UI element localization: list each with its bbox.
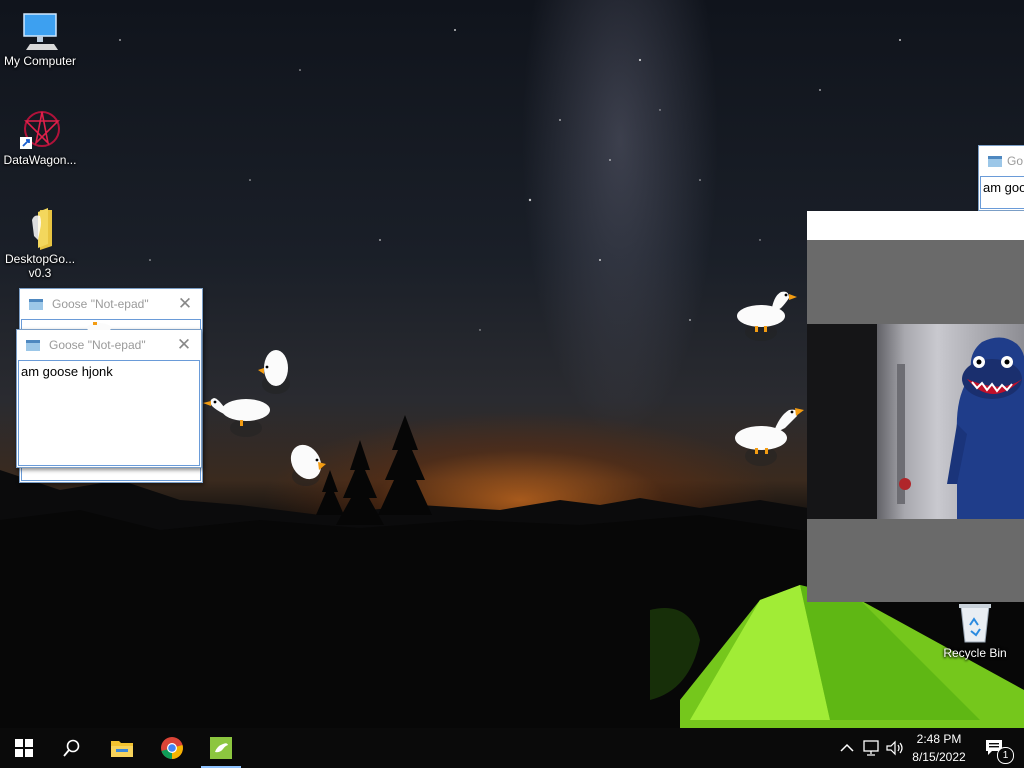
video-window-titlebar[interactable] xyxy=(807,211,1024,240)
chrome-icon xyxy=(161,737,183,759)
desktop-icon-datawagon[interactable]: DataWagon... xyxy=(0,107,80,167)
taskbar-clock[interactable]: 2:48 PM 8/15/2022 xyxy=(908,730,970,766)
datawagon-icon xyxy=(18,107,62,151)
notepad-icon xyxy=(988,155,1002,167)
file-explorer-button[interactable] xyxy=(98,728,146,768)
window-title: Goose "Not-epad" xyxy=(52,296,149,311)
network-button[interactable] xyxy=(859,728,883,768)
huggy-wuggy-image xyxy=(807,324,1024,519)
window-titlebar[interactable]: Go xyxy=(979,146,1024,175)
recycle-bin-icon xyxy=(953,600,997,644)
desktop-icon-label: DesktopGo... v0.3 xyxy=(5,252,76,280)
desktop-icon-desktopgoose[interactable]: DesktopGo... v0.3 xyxy=(0,206,80,280)
file-explorer-icon xyxy=(111,741,133,757)
folder-icon xyxy=(18,206,62,250)
action-center-button[interactable]: 1 xyxy=(980,728,1014,768)
search-icon xyxy=(63,739,80,757)
goose-sprite[interactable] xyxy=(254,348,294,398)
close-icon[interactable]: ✕ xyxy=(167,335,201,355)
notification-count-badge: 1 xyxy=(997,747,1014,764)
notepad-text-area[interactable]: am goose hjonk xyxy=(18,360,200,466)
chrome-button[interactable] xyxy=(148,728,196,768)
desktop-icon-my-computer[interactable]: My Computer xyxy=(0,8,80,68)
notepad-icon xyxy=(26,339,40,351)
desktop-icon-label: My Computer xyxy=(3,54,77,68)
window-titlebar[interactable]: Goose "Not-epad" ✕ xyxy=(17,330,201,359)
monitor-icon xyxy=(18,8,62,52)
show-hidden-icons-button[interactable] xyxy=(835,728,859,768)
search-button[interactable] xyxy=(48,728,96,768)
start-icon xyxy=(15,739,33,757)
start-button[interactable] xyxy=(0,728,48,768)
clock-date: 8/15/2022 xyxy=(912,750,966,764)
volume-icon xyxy=(886,740,903,756)
window-title: Go xyxy=(1007,153,1024,168)
desktop-icon-label: Recycle Bin xyxy=(943,646,1007,660)
notepad-icon xyxy=(29,298,43,310)
goose-sprite[interactable] xyxy=(735,286,799,344)
video-frame xyxy=(807,324,1024,519)
goose-sprite[interactable] xyxy=(286,440,332,494)
notepad-text-area[interactable]: am goo xyxy=(980,176,1024,209)
goose-notepad-window-offscreen[interactable]: Go am goo xyxy=(978,145,1024,211)
goose-sprite[interactable] xyxy=(733,400,805,472)
window-titlebar[interactable]: Goose "Not-epad" ✕ xyxy=(20,289,202,318)
network-icon xyxy=(863,740,879,756)
desktop-goose-button[interactable] xyxy=(197,728,245,768)
window-title: Goose "Not-epad" xyxy=(49,337,146,352)
clock-time: 2:48 PM xyxy=(916,732,962,746)
taskbar: 2:48 PM 8/15/2022 1 xyxy=(0,728,1024,768)
meme-video-window[interactable] xyxy=(807,211,1024,602)
desktop-icon-label: DataWagon... xyxy=(3,153,77,167)
close-icon[interactable]: ✕ xyxy=(168,294,202,314)
chevron-up-icon xyxy=(840,743,854,752)
goose-notepad-window-front[interactable]: Goose "Not-epad" ✕ am goose hjonk xyxy=(16,329,202,468)
volume-button[interactable] xyxy=(883,728,907,768)
goose-sprite-partial xyxy=(87,322,111,330)
desktop-icon-recycle-bin[interactable]: Recycle Bin xyxy=(935,600,1015,660)
desktop-goose-icon xyxy=(210,737,232,759)
